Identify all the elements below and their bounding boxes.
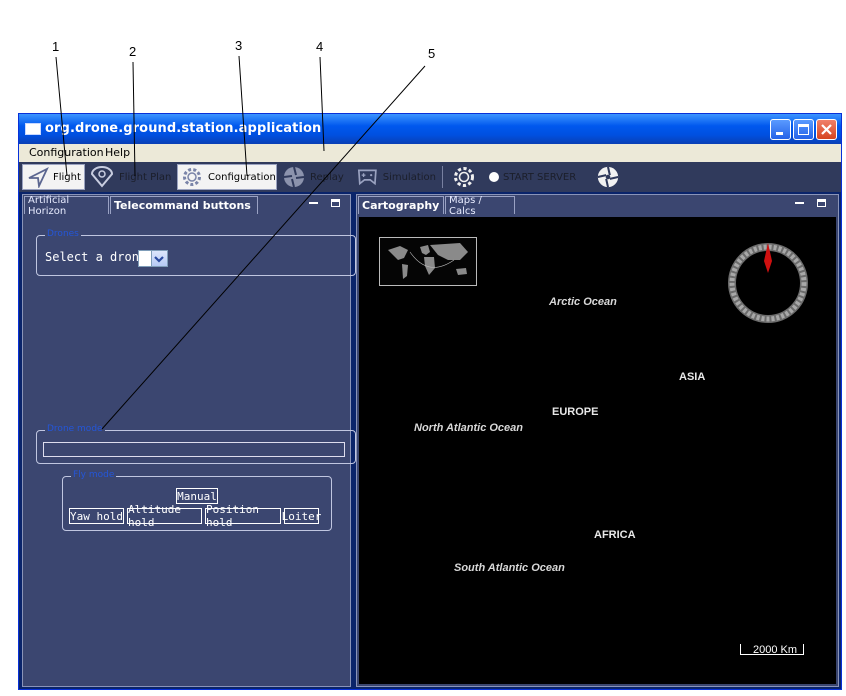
aperture-button[interactable] <box>596 164 624 190</box>
compass-icon <box>728 243 808 323</box>
drone-mode-group-title: Drone mode <box>45 424 105 434</box>
minimap-icon <box>388 243 468 279</box>
right-panel: Cartography Maps / Calcs Arctic Ocean AS… <box>356 194 839 687</box>
simulation-label: Simulation <box>382 171 436 183</box>
configuration-label: Configuration <box>208 171 276 183</box>
configuration-button[interactable]: Configuration <box>177 164 277 190</box>
replay-button[interactable]: Replay <box>282 164 348 190</box>
drones-group-title: Drones <box>45 229 81 239</box>
altitude-hold-button[interactable]: Altitude hold <box>127 503 202 529</box>
callout-4: 4 <box>316 39 324 54</box>
flight-plan-button[interactable]: Flight Plan <box>89 164 173 190</box>
aperture-icon <box>597 166 619 188</box>
replay-aperture-icon <box>283 166 305 188</box>
panel-maximize-icon[interactable] <box>817 199 826 207</box>
map-label-africa: AFRICA <box>594 529 636 541</box>
tab-artificial-horizon[interactable]: Artificial Horizon <box>24 195 109 217</box>
menu-bar: Configuration Help <box>19 144 841 162</box>
drone-select[interactable] <box>138 250 168 267</box>
start-server-radio[interactable]: START SERVER <box>489 164 589 190</box>
drone-mode-field[interactable] <box>43 442 345 457</box>
minimap[interactable] <box>379 237 477 286</box>
simulation-button[interactable]: Simulation <box>356 164 436 190</box>
minimize-icon <box>776 132 783 135</box>
yaw-hold-button[interactable]: Yaw hold <box>69 508 124 524</box>
menu-help[interactable]: Help <box>105 146 130 159</box>
left-tabstrip: Artificial Horizon Telecommand buttons <box>23 195 350 217</box>
start-server-label: START SERVER <box>503 171 577 183</box>
maximize-button[interactable] <box>793 119 814 140</box>
drone-mode-group: Drone mode <box>36 424 356 464</box>
callout-5: 5 <box>428 46 436 61</box>
toolbar-separator <box>442 166 443 188</box>
map-label-asia: ASIA <box>679 371 706 383</box>
replay-label: Replay <box>310 171 344 183</box>
map-label-arctic-ocean: Arctic Ocean <box>549 296 617 308</box>
right-tabstrip: Cartography Maps / Calcs <box>357 195 838 217</box>
flight-plan-icon <box>90 166 114 188</box>
manual-button[interactable]: Manual <box>176 488 218 504</box>
map-label-europe: EUROPE <box>552 406 599 418</box>
fly-mode-group: Fly mode Manual Yaw hold Altitude hold P… <box>62 470 332 531</box>
fly-mode-group-title: Fly mode <box>71 470 117 480</box>
map-label-north-atlantic: North Atlantic Ocean <box>414 422 523 434</box>
simulation-gamepad-icon <box>357 169 377 186</box>
close-button[interactable] <box>816 119 837 140</box>
server-gear-icon <box>454 167 474 187</box>
callout-2: 2 <box>129 44 137 59</box>
app-icon <box>25 123 41 135</box>
application-window: org.drone.ground.station.application Con… <box>18 113 842 690</box>
map-scale-label: 2000 Km <box>753 644 798 656</box>
minimize-button[interactable] <box>770 119 791 140</box>
callout-1: 1 <box>52 39 60 54</box>
radio-dot-icon <box>489 172 499 182</box>
callout-3: 3 <box>235 38 243 53</box>
window-title: org.drone.ground.station.application <box>45 121 322 136</box>
server-settings-button[interactable] <box>451 164 481 190</box>
drone-select-dropdown[interactable] <box>151 251 167 266</box>
map-view[interactable]: Arctic Ocean ASIA EUROPE North Atlantic … <box>359 217 836 684</box>
flight-arrow-icon <box>28 167 49 188</box>
tab-telecommand-buttons[interactable]: Telecommand buttons <box>110 196 258 214</box>
maximize-icon <box>798 124 809 135</box>
position-hold-button[interactable]: Position hold <box>205 503 281 529</box>
tab-maps-calcs[interactable]: Maps / Calcs <box>445 195 515 217</box>
flight-label: Flight <box>53 171 81 183</box>
flight-button[interactable]: Flight <box>22 164 85 190</box>
tab-cartography[interactable]: Cartography <box>358 196 444 214</box>
loiter-button[interactable]: Loiter <box>282 508 321 524</box>
menu-configuration[interactable]: Configuration <box>29 146 104 159</box>
toolbar: Flight Flight Plan Configuration Replay … <box>19 162 841 192</box>
title-bar[interactable]: org.drone.ground.station.application <box>19 114 841 144</box>
panel-maximize-icon[interactable] <box>331 199 340 207</box>
gear-icon <box>183 168 201 186</box>
close-icon <box>821 124 832 135</box>
left-panel: Artificial Horizon Telecommand buttons D… <box>22 194 356 687</box>
map-label-south-atlantic: South Atlantic Ocean <box>454 562 565 574</box>
panel-minimize-icon[interactable] <box>309 202 318 204</box>
chevron-down-icon <box>154 256 164 263</box>
panel-minimize-icon[interactable] <box>795 202 804 204</box>
drones-group: Drones Select a drone: <box>36 229 356 276</box>
flight-plan-label: Flight Plan <box>119 171 172 183</box>
